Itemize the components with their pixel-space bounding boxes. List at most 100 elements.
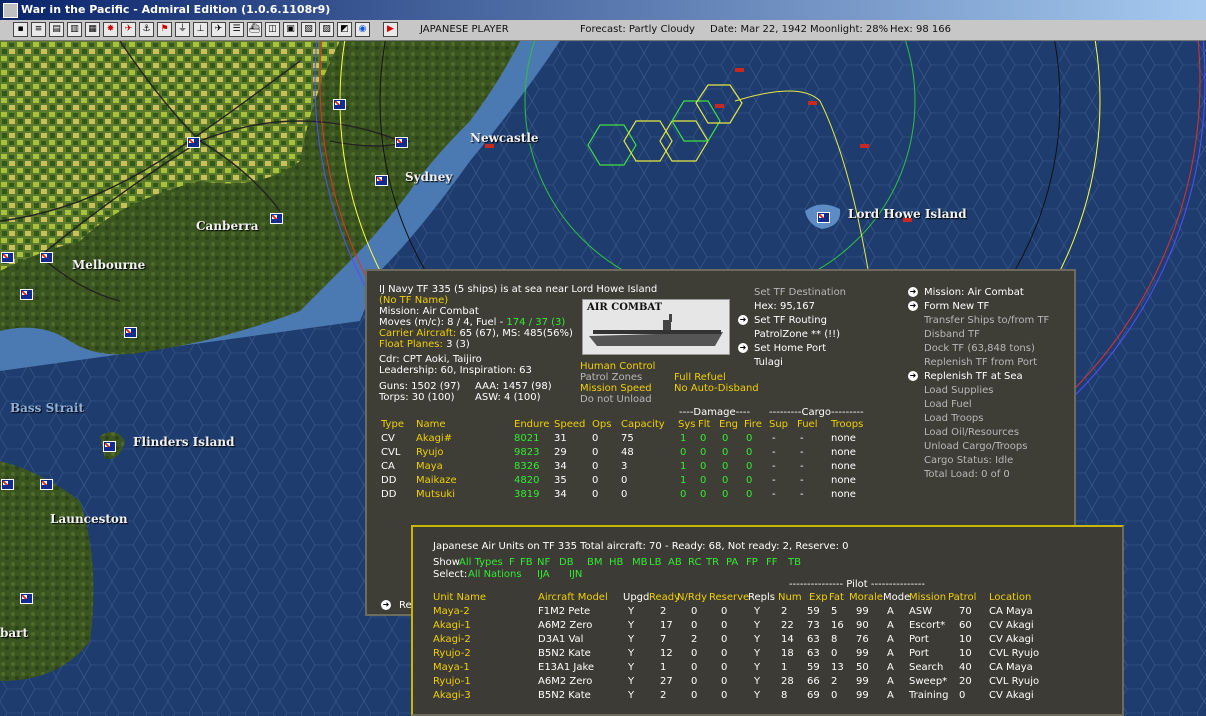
col-speed[interactable]: Speed — [554, 419, 585, 430]
aircraft-icon[interactable]: ✈ — [121, 22, 136, 37]
ship-list-icon[interactable]: ⚓ — [139, 22, 154, 37]
col-upgd[interactable]: Upgd — [623, 592, 649, 603]
ship-name-cell[interactable]: Maya — [416, 461, 443, 472]
stack-icon[interactable]: ☰ — [229, 22, 244, 37]
load-oil-command[interactable]: Load Oil/Resources — [924, 427, 1019, 438]
flag-icon[interactable] — [103, 441, 116, 452]
col-patrol[interactable]: Patrol — [948, 592, 976, 603]
replenish-sea-command[interactable]: Replenish TF at Sea — [924, 371, 1023, 382]
col-flt[interactable]: Flt — [698, 419, 710, 430]
col-morale[interactable]: Morale — [849, 592, 883, 603]
transfer-ships-command[interactable]: Transfer Ships to/from TF — [924, 315, 1049, 326]
full-refuel-toggle[interactable]: Full Refuel — [674, 372, 726, 383]
ship-icon[interactable] — [735, 68, 744, 72]
tf-carrier-aircraft[interactable]: Carrier Aircraft: 65 (67), MS: 485(56%) — [379, 328, 573, 339]
arrow-icon[interactable]: ➜ — [738, 315, 748, 325]
show-type-filter[interactable]: BM — [587, 557, 603, 568]
no-auto-disband-toggle[interactable]: No Auto-Disband — [674, 383, 759, 394]
col-ops[interactable]: Ops — [592, 419, 611, 430]
show-type-filter[interactable]: TR — [706, 557, 719, 568]
mission-command[interactable]: Mission: Air Combat — [924, 287, 1024, 298]
replenish-port-command[interactable]: Replenish TF from Port — [924, 357, 1037, 368]
do-not-unload-toggle[interactable]: Do not Unload — [580, 394, 652, 405]
tf-commander[interactable]: Cdr: CPT Aoki, Taijiro — [379, 354, 482, 365]
select-nation-filter[interactable]: IJA — [537, 569, 550, 580]
flag-icon[interactable] — [20, 289, 33, 300]
flag-icon[interactable] — [270, 213, 283, 224]
flag-icon[interactable] — [124, 327, 137, 338]
show-type-filter[interactable]: FF — [766, 557, 778, 568]
return-button[interactable]: Re — [399, 600, 412, 611]
show-type-filter[interactable]: LB — [649, 557, 661, 568]
col-capacity[interactable]: Capacity — [621, 419, 665, 430]
show-type-filter[interactable]: PA — [726, 557, 738, 568]
set-routing-button[interactable]: Set TF Routing — [754, 315, 827, 326]
turn-icon[interactable]: ◩ — [337, 22, 352, 37]
col-reserve[interactable]: Reserve — [709, 592, 749, 603]
plane-icon[interactable]: ✈ — [211, 22, 226, 37]
ship-name-cell[interactable]: Mutsuki — [416, 489, 455, 500]
col-type[interactable]: Type — [381, 419, 404, 430]
convoy-icon[interactable]: ⛴ — [247, 22, 262, 37]
col-sys[interactable]: Sys — [678, 419, 695, 430]
arrow-icon[interactable]: ➜ — [738, 343, 748, 353]
rising-sun-icon[interactable]: ✸ — [103, 22, 118, 37]
show-type-filter[interactable]: FB — [520, 557, 533, 568]
report-icon[interactable]: ▤ — [49, 22, 64, 37]
tf-float-planes[interactable]: Float Planes: 3 (3) — [379, 339, 470, 350]
list-icon[interactable]: ≡ — [31, 22, 46, 37]
flag-icon[interactable] — [187, 137, 200, 148]
tf-name[interactable]: (No TF Name) — [379, 295, 448, 306]
col-exp[interactable]: Exp — [809, 592, 828, 603]
set-home-port-button[interactable]: Set Home Port — [754, 343, 826, 354]
options-icon[interactable]: ▨ — [319, 22, 334, 37]
show-type-filter[interactable]: RC — [688, 557, 701, 568]
col-repls[interactable]: Repls — [748, 592, 775, 603]
show-type-filter[interactable]: AB — [668, 557, 682, 568]
report-icon[interactable]: ▥ — [67, 22, 82, 37]
show-type-filter[interactable]: HB — [609, 557, 623, 568]
col-fire[interactable]: Fire — [744, 419, 762, 430]
col-unit-name[interactable]: Unit Name — [433, 592, 486, 603]
col-mode[interactable]: Mode — [883, 592, 910, 603]
select-nation-filter[interactable]: All Nations — [468, 569, 522, 580]
show-type-filter[interactable]: F — [509, 557, 515, 568]
arrow-icon[interactable]: ➜ — [908, 371, 918, 381]
set-destination-label[interactable]: Set TF Destination — [754, 287, 846, 298]
report-icon[interactable]: ▦ — [85, 22, 100, 37]
flag-icon[interactable] — [817, 212, 830, 223]
globe-icon[interactable]: ◉ — [355, 22, 370, 37]
flag-icon[interactable] — [375, 175, 388, 186]
air-unit-cell[interactable]: Maya-2 — [433, 606, 470, 617]
flag-icon[interactable] — [395, 137, 408, 148]
col-mission[interactable]: Mission — [909, 592, 946, 603]
load-supplies-command[interactable]: Load Supplies — [924, 385, 993, 396]
flag-icon[interactable] — [1, 252, 14, 263]
flag-icon[interactable] — [333, 99, 346, 110]
arrow-icon[interactable]: ➜ — [908, 301, 918, 311]
col-sup[interactable]: Sup — [769, 419, 788, 430]
ship-name-cell[interactable]: Akagi# — [416, 433, 452, 444]
human-control-toggle[interactable]: Human Control — [580, 361, 655, 372]
air-unit-cell[interactable]: Akagi-1 — [433, 620, 471, 631]
play-turn-icon[interactable]: ▶ — [383, 22, 398, 37]
base-icon[interactable]: ⊥ — [193, 22, 208, 37]
col-endure[interactable]: Endure — [514, 419, 549, 430]
patrol-zones-toggle[interactable]: Patrol Zones — [580, 372, 642, 383]
flag-icon[interactable] — [20, 593, 33, 604]
flag-icon[interactable] — [40, 252, 53, 263]
dock-tf-command[interactable]: Dock TF (63,848 tons) — [924, 343, 1035, 354]
load-troops-command[interactable]: Load Troops — [924, 413, 984, 424]
show-type-filter[interactable]: FP — [746, 557, 758, 568]
air-unit-cell[interactable]: Ryujo-1 — [433, 676, 471, 687]
ship-icon[interactable] — [808, 101, 817, 105]
air-unit-cell[interactable]: Akagi-3 — [433, 690, 471, 701]
air-unit-cell[interactable]: Ryujo-2 — [433, 648, 471, 659]
ship-icon[interactable] — [715, 104, 724, 108]
load-fuel-command[interactable]: Load Fuel — [924, 399, 972, 410]
arrow-icon[interactable]: ➜ — [381, 600, 391, 610]
show-type-filter[interactable]: NF — [537, 557, 550, 568]
map-icon[interactable]: ▧ — [301, 22, 316, 37]
ship-name-cell[interactable]: Ryujo — [416, 447, 444, 458]
form-new-tf-command[interactable]: Form New TF — [924, 301, 989, 312]
